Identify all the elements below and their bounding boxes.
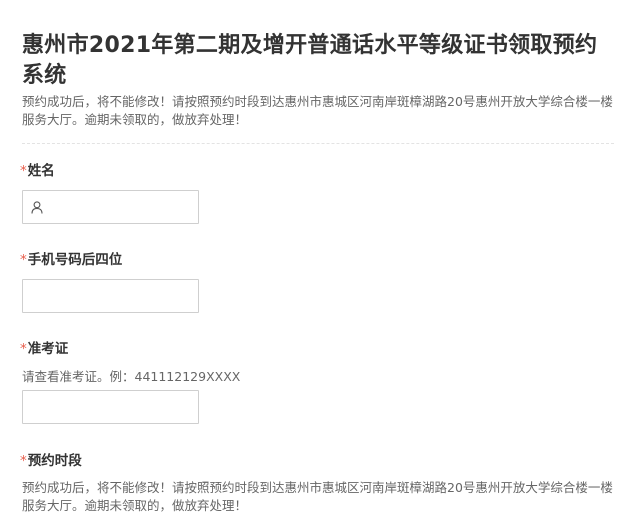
ticket-hint: 请查看准考证。例：441112129XXXX (22, 369, 241, 384)
phone-field[interactable] (22, 279, 199, 313)
required-mark: * (20, 163, 27, 179)
name-label: *姓名 (20, 162, 55, 180)
phone-last4-input[interactable] (23, 280, 198, 312)
ticket-input[interactable] (23, 391, 198, 423)
slot-label: *预约时段 (20, 452, 82, 470)
ticket-label-text: 准考证 (27, 341, 69, 357)
ticket-label: *准考证 (20, 340, 68, 358)
required-mark: * (20, 252, 27, 268)
ticket-field[interactable] (22, 390, 199, 424)
name-field[interactable] (22, 190, 199, 224)
appointment-form-page: 惠州市2021年第二期及增开普通话水平等级证书领取预约系统 预约成功后，将不能修… (0, 0, 636, 518)
page-notice: 预约成功后，将不能修改！请按照预约时段到达惠州市惠城区河南岸斑樟湖路20号惠州开… (22, 94, 613, 127)
page-title: 惠州市2021年第二期及增开普通话水平等级证书领取预约系统 (22, 33, 598, 88)
phone-label-text: 手机号码后四位 (27, 252, 123, 268)
header-divider (22, 143, 614, 144)
required-mark: * (20, 453, 27, 469)
required-mark: * (20, 341, 27, 357)
name-input[interactable] (23, 191, 198, 223)
slot-notice: 预约成功后，将不能修改！请按照预约时段到达惠州市惠城区河南岸斑樟湖路20号惠州开… (22, 480, 613, 513)
phone-label: *手机号码后四位 (20, 251, 122, 269)
slot-label-text: 预约时段 (27, 453, 82, 469)
name-label-text: 姓名 (27, 163, 55, 179)
